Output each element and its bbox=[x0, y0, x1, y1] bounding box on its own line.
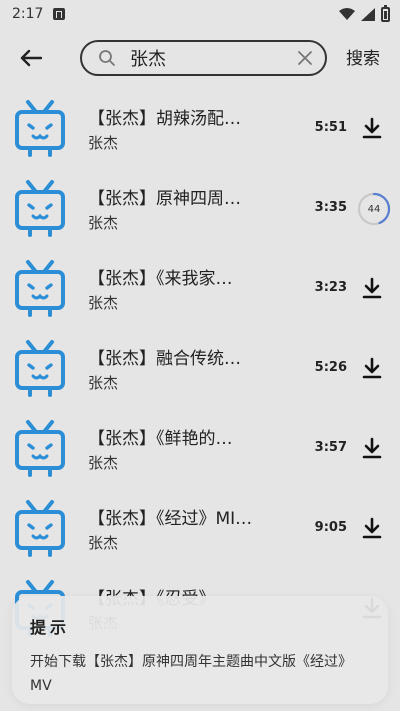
result-artist: 张杰 bbox=[88, 374, 119, 392]
result-row[interactable]: 【张杰】《鲜艳的… 张杰 3:57 bbox=[0, 408, 400, 488]
tv-icon bbox=[15, 500, 65, 557]
result-duration: 3:23 bbox=[314, 280, 347, 295]
toast-notification: 提示 开始下载【张杰】原神四周年主题曲中文版《经过》MV bbox=[12, 596, 388, 704]
clear-icon[interactable] bbox=[297, 50, 313, 66]
progress-value: 44 bbox=[367, 203, 381, 215]
result-duration: 5:26 bbox=[314, 360, 347, 375]
result-title: 【张杰】胡辣汤配… bbox=[88, 109, 241, 129]
status-icons bbox=[339, 4, 390, 22]
arrow-left-icon bbox=[20, 49, 42, 67]
result-artist: 张杰 bbox=[88, 134, 119, 152]
back-button[interactable] bbox=[14, 44, 48, 72]
tv-icon bbox=[15, 100, 65, 157]
status-time: 2:17 bbox=[12, 6, 44, 22]
result-artist: 张杰 bbox=[88, 454, 119, 472]
wifi-icon bbox=[339, 8, 355, 20]
search-box[interactable] bbox=[80, 40, 327, 76]
signal-icon bbox=[361, 7, 375, 21]
result-title: 【张杰】融合传统… bbox=[88, 349, 241, 369]
download-icon[interactable] bbox=[360, 356, 384, 380]
result-row[interactable]: 【张杰】融合传统… 张杰 5:26 bbox=[0, 328, 400, 408]
search-button[interactable]: 搜索 bbox=[338, 46, 388, 72]
tv-icon bbox=[15, 340, 65, 397]
search-header: 搜索 bbox=[0, 36, 400, 80]
search-input[interactable] bbox=[130, 47, 291, 69]
download-icon[interactable] bbox=[360, 436, 384, 460]
result-row[interactable]: 【张杰】胡辣汤配… 张杰 5:51 bbox=[0, 88, 400, 168]
download-icon[interactable] bbox=[360, 276, 384, 300]
tv-icon bbox=[15, 420, 65, 477]
status-bar: 2:17 bbox=[0, 0, 400, 28]
result-artist: 张杰 bbox=[88, 534, 119, 552]
result-title: 【张杰】《经过》MI… bbox=[88, 509, 253, 529]
download-icon[interactable] bbox=[360, 116, 384, 140]
notification-icon bbox=[53, 8, 66, 20]
result-duration: 5:51 bbox=[314, 120, 347, 135]
result-artist: 张杰 bbox=[88, 294, 119, 312]
result-row[interactable]: 【张杰】原神四周… 张杰 3:35 44 bbox=[0, 168, 400, 248]
result-duration: 9:05 bbox=[314, 520, 347, 535]
download-progress: 44 bbox=[357, 192, 391, 226]
results-list: 【张杰】胡辣汤配… 张杰 5:51 【张杰】原神四周… 张杰 3:35 44 【… bbox=[0, 88, 400, 648]
toast-message: 开始下载【张杰】原神四周年主题曲中文版《经过》MV bbox=[30, 654, 352, 694]
search-icon bbox=[99, 50, 115, 66]
toast-title: 提示 bbox=[30, 618, 71, 637]
result-row[interactable]: 【张杰】《经过》MI… 张杰 9:05 bbox=[0, 488, 400, 568]
tv-icon bbox=[15, 180, 65, 237]
result-artist: 张杰 bbox=[88, 214, 119, 232]
tv-icon bbox=[15, 260, 65, 317]
result-title: 【张杰】原神四周… bbox=[88, 189, 241, 209]
battery-icon bbox=[381, 4, 390, 22]
result-duration: 3:57 bbox=[314, 440, 347, 455]
result-duration: 3:35 bbox=[314, 200, 347, 215]
result-title: 【张杰】《鲜艳的… bbox=[88, 429, 233, 449]
result-title: 【张杰】《来我家… bbox=[88, 269, 233, 289]
result-row[interactable]: 【张杰】《来我家… 张杰 3:23 bbox=[0, 248, 400, 328]
download-icon[interactable] bbox=[360, 516, 384, 540]
